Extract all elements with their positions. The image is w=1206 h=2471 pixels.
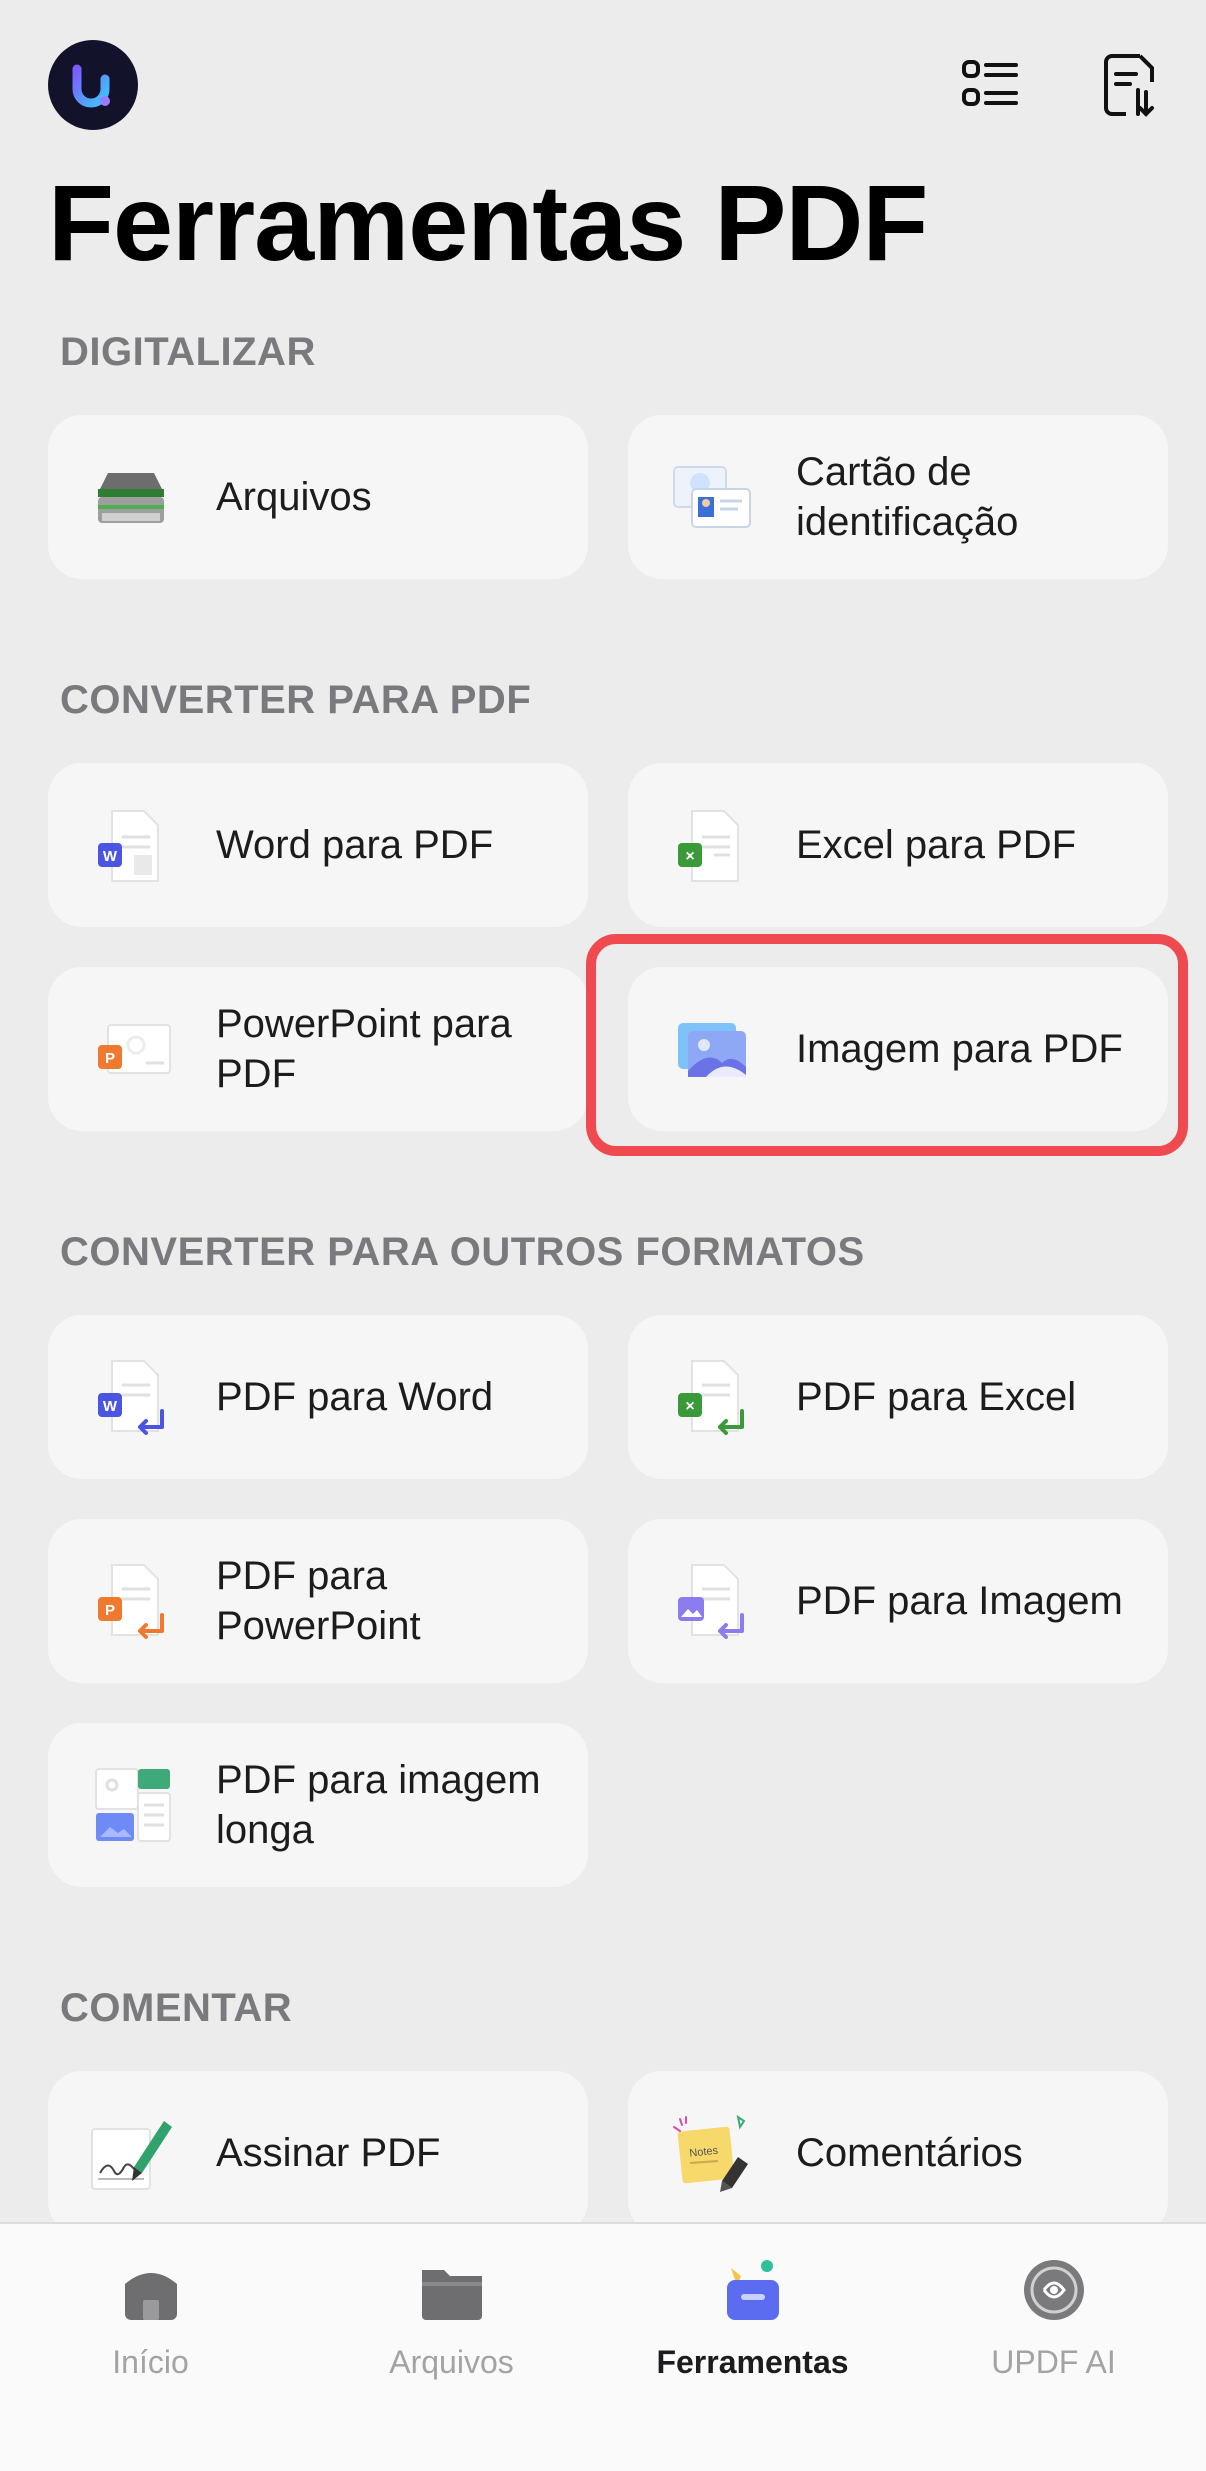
- top-bar: [0, 0, 1206, 170]
- section-title-to-pdf: CONVERTER PARA PDF: [60, 678, 532, 722]
- pdf-to-powerpoint-card[interactable]: P PDF para PowerPoint: [48, 1519, 588, 1683]
- pdf-to-excel-card[interactable]: × PDF para Excel: [628, 1315, 1168, 1479]
- card-label: PowerPoint para PDF: [216, 1002, 512, 1096]
- pdf-to-word-card[interactable]: W PDF para Word: [48, 1315, 588, 1479]
- svg-text:W: W: [103, 848, 118, 865]
- scan-files-card[interactable]: Arquivos: [48, 415, 588, 579]
- word-to-pdf-card[interactable]: W Word para PDF: [48, 763, 588, 927]
- id-card-icon: [666, 453, 756, 543]
- card-label: Assinar PDF: [216, 2131, 441, 2175]
- section-title-from-pdf: CONVERTER PARA OUTROS FORMATOS: [60, 1230, 865, 1274]
- pdf-to-excel-icon: ×: [666, 1353, 756, 1443]
- scanner-icon: [86, 453, 176, 543]
- ai-assistant-icon: [1018, 2254, 1090, 2326]
- svg-text:×: ×: [685, 1398, 694, 1415]
- folder-icon: [416, 2254, 488, 2326]
- excel-to-pdf-card[interactable]: × Excel para PDF: [628, 763, 1168, 927]
- svg-text:P: P: [105, 1602, 115, 1619]
- card-label: PDF para Excel: [796, 1375, 1077, 1419]
- image-gallery-icon: [666, 1005, 756, 1095]
- section-title-comment: COMENTAR: [60, 1986, 293, 2030]
- image-to-pdf-card[interactable]: Imagem para PDF: [628, 967, 1168, 1131]
- tab-inicio[interactable]: Início: [0, 2224, 301, 2471]
- card-label: Imagem para PDF: [796, 1027, 1123, 1071]
- word-document-icon: W: [86, 801, 176, 891]
- svg-text:P: P: [105, 1050, 115, 1067]
- tab-ferramentas[interactable]: Ferramentas: [602, 2224, 903, 2471]
- pdf-to-image-icon: [666, 1557, 756, 1647]
- card-label: Excel para PDF: [796, 823, 1077, 867]
- comments-card[interactable]: Notes Comentários: [628, 2071, 1168, 2235]
- page-title: Ferramentas PDF: [48, 162, 928, 283]
- card-label: Arquivos: [216, 475, 372, 519]
- pdf-to-powerpoint-icon: P: [86, 1557, 176, 1647]
- card-label: Cartão de identificação: [796, 450, 1019, 544]
- powerpoint-to-pdf-card[interactable]: P PowerPoint para PDF: [48, 967, 588, 1131]
- powerpoint-document-icon: P: [86, 1005, 176, 1095]
- long-image-icon: [86, 1761, 176, 1851]
- tab-label: Início: [112, 2344, 189, 2380]
- home-icon: [115, 2254, 187, 2326]
- document-sort-icon[interactable]: [1100, 52, 1162, 118]
- scan-id-card[interactable]: Cartão de identificação: [628, 415, 1168, 579]
- bottom-tab-bar: Início Arquivos Ferramentas UPDF AI: [0, 2222, 1206, 2471]
- tab-label: Ferramentas: [656, 2344, 849, 2380]
- svg-text:W: W: [103, 1398, 118, 1415]
- pdf-to-word-icon: W: [86, 1353, 176, 1443]
- sticky-note-icon: Notes: [666, 2109, 756, 2199]
- card-label: PDF para PowerPoint: [216, 1554, 421, 1648]
- card-label: PDF para Word: [216, 1375, 494, 1419]
- tab-arquivos[interactable]: Arquivos: [301, 2224, 602, 2471]
- tab-label: Arquivos: [389, 2344, 514, 2380]
- updf-logo-icon[interactable]: [48, 40, 138, 130]
- card-label: PDF para Imagem: [796, 1579, 1123, 1623]
- list-icon[interactable]: [960, 52, 1022, 118]
- card-label: Word para PDF: [216, 823, 494, 867]
- toolbox-icon: [717, 2254, 789, 2326]
- svg-text:×: ×: [685, 848, 694, 865]
- pdf-to-image-card[interactable]: PDF para Imagem: [628, 1519, 1168, 1683]
- tab-updf-ai[interactable]: UPDF AI: [903, 2224, 1204, 2471]
- pdf-to-long-image-card[interactable]: PDF para imagem longa: [48, 1723, 588, 1887]
- signature-pen-icon: [86, 2109, 176, 2199]
- sign-pdf-card[interactable]: Assinar PDF: [48, 2071, 588, 2235]
- tab-label: UPDF AI: [991, 2344, 1116, 2380]
- card-label: Comentários: [796, 2131, 1023, 2175]
- section-title-scan: DIGITALIZAR: [60, 330, 316, 374]
- excel-document-icon: ×: [666, 801, 756, 891]
- card-label: PDF para imagem longa: [216, 1758, 541, 1852]
